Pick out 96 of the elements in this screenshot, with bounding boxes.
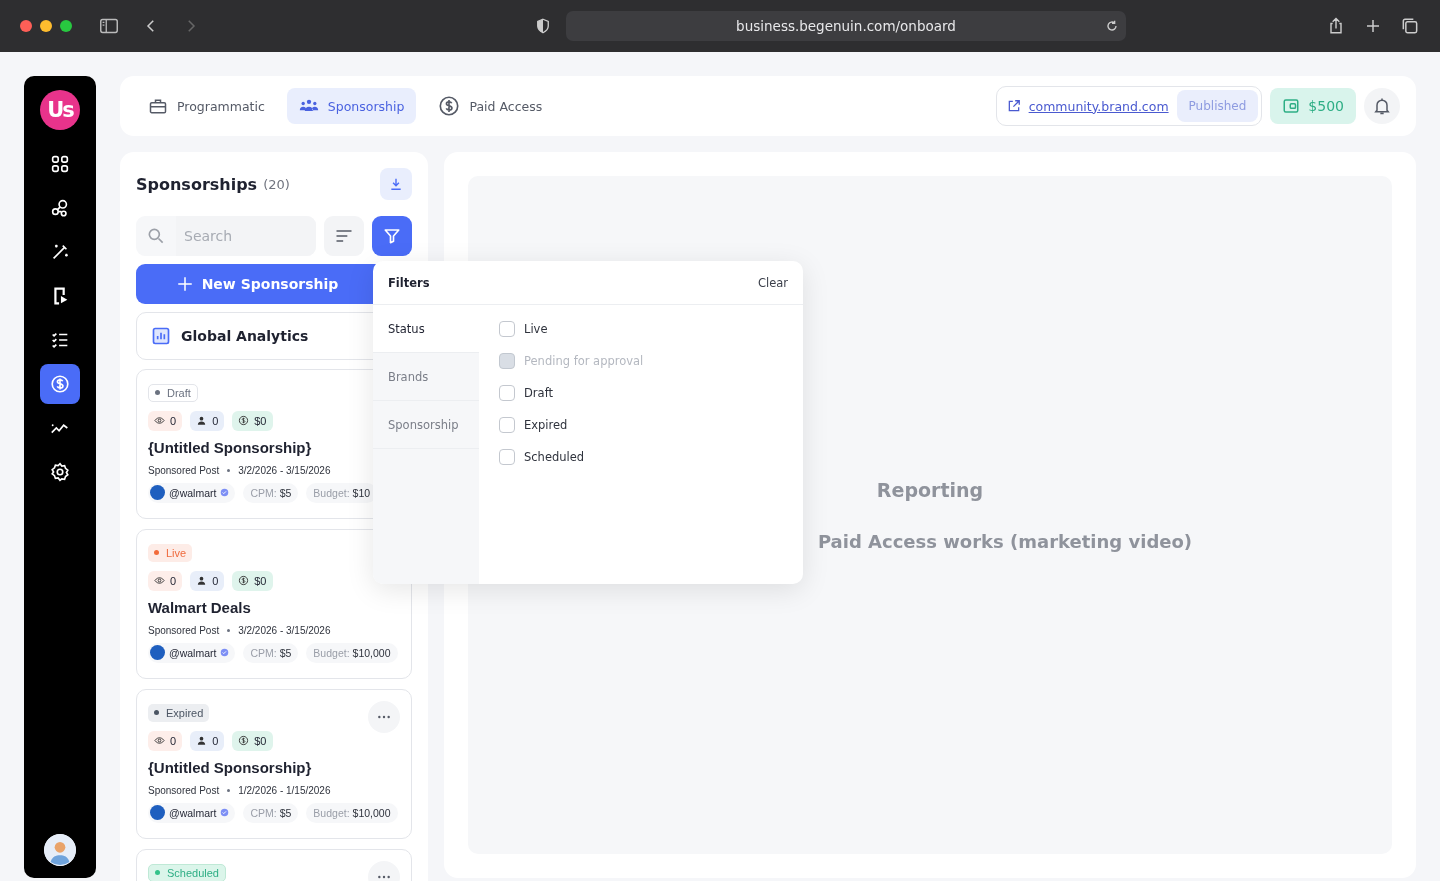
dollar-icon	[49, 373, 71, 395]
tab[interactable]: Paid Access	[426, 88, 555, 124]
date-range: 1/2/2026 - 1/15/2026	[238, 784, 331, 796]
dollar-icon	[238, 735, 250, 746]
date-range: 3/2/2026 - 3/15/2026	[238, 624, 331, 636]
panel-title: Sponsorships	[136, 174, 258, 194]
earnings: $0	[232, 730, 273, 751]
status-badge: Expired	[148, 703, 210, 722]
bell-icon	[1372, 96, 1392, 116]
member-count: 0	[190, 730, 225, 751]
status-badge: Live	[148, 543, 193, 562]
separator-dot	[227, 468, 231, 472]
dollar-icon	[238, 575, 250, 586]
dollar-icon	[438, 95, 461, 117]
post-type: Sponsored Post	[148, 784, 220, 796]
checkbox[interactable]	[499, 449, 515, 465]
checkbox-label: Live	[524, 322, 548, 336]
clear-button[interactable]: Clear	[757, 275, 788, 290]
cpm-tag: CPM: $5	[243, 802, 299, 823]
item-count: (20)	[263, 176, 290, 192]
site-link[interactable]: community.brand.com	[1028, 98, 1169, 114]
member-count: 0	[190, 410, 225, 431]
checkbox[interactable]	[499, 385, 515, 401]
sponsorship-card[interactable]: Expired 0 0 $0 {Untitled Sponsorship} Sponsored Post 1/2/2026 - 1/15/2026 @walmart CPM: $5 Budget: $10,000	[136, 689, 412, 839]
member-count: 0	[190, 570, 225, 591]
brand-avatar	[150, 645, 165, 660]
plus-icon	[175, 275, 194, 293]
brand-handle[interactable]: @walmart	[148, 802, 236, 823]
status-badge: Scheduled	[148, 863, 226, 881]
window-control[interactable]	[20, 20, 32, 32]
briefcase-icon	[148, 96, 168, 116]
external-link-icon	[1006, 99, 1021, 113]
reporting-subtitle: Paid Access works (marketing video)	[817, 530, 1193, 552]
eye-icon	[154, 735, 165, 746]
person-icon	[196, 415, 208, 426]
cpm-tag: CPM: $5	[243, 642, 299, 663]
avatar[interactable]	[44, 834, 76, 866]
checkbox[interactable]	[499, 417, 515, 433]
brand-handle[interactable]: @walmart	[148, 642, 236, 663]
checkbox-label: Scheduled	[524, 450, 585, 464]
checkbox[interactable]	[499, 321, 515, 337]
filter-icon	[383, 227, 401, 245]
checkbox-label: Pending for approval	[524, 354, 644, 368]
post-type: Sponsored Post	[148, 464, 220, 476]
view-count: 0	[148, 730, 183, 751]
notification-button[interactable]	[1364, 88, 1400, 124]
download-button[interactable]	[380, 168, 412, 200]
cpm-tag: CPM: $5	[243, 482, 299, 503]
eye-icon	[154, 415, 165, 426]
new-tab-icon[interactable]	[1364, 17, 1382, 35]
grid-icon	[49, 153, 71, 175]
chart-icon	[151, 326, 171, 346]
tabs-icon[interactable]	[1400, 16, 1420, 36]
earnings: $0	[232, 410, 273, 431]
person-icon	[196, 735, 208, 746]
card-title: {Untitled Sponsorship}	[148, 758, 313, 776]
budget-tag: Budget: $10,000	[306, 642, 398, 663]
shield-icon[interactable]	[534, 17, 552, 35]
wallet-icon	[1282, 97, 1301, 115]
reload-icon[interactable]	[1104, 18, 1120, 34]
download-icon	[389, 177, 403, 191]
brand-handle[interactable]: @walmart	[148, 482, 236, 503]
checkbox-label: Draft	[524, 386, 553, 400]
eye-icon	[154, 575, 165, 586]
brand-avatar	[150, 805, 165, 820]
status-badge: Draft	[148, 383, 198, 402]
nav-item[interactable]	[40, 364, 80, 404]
reporting-title: Reporting	[876, 478, 984, 501]
search-icon	[146, 226, 166, 246]
filter-category[interactable]: Status	[373, 305, 479, 353]
tab[interactable]: Programmatic	[136, 88, 277, 124]
checkbox-label: Expired	[524, 418, 568, 432]
filter-category[interactable]: Brands	[373, 353, 479, 401]
search-field[interactable]: Search	[136, 216, 316, 256]
filter-category[interactable]: Sponsorship	[373, 401, 479, 449]
view-count: 0	[148, 570, 183, 591]
separator-dot	[227, 788, 231, 792]
dollar-icon	[238, 415, 250, 426]
settings-icon	[49, 461, 71, 483]
brand-avatar	[150, 485, 165, 500]
view-count: 0	[148, 410, 183, 431]
card-title: {Untitled Sponsorship}	[148, 438, 313, 456]
sort-button[interactable]	[324, 216, 364, 256]
separator-dot	[227, 628, 231, 632]
window-control[interactable]	[60, 20, 72, 32]
post-type: Sponsored Post	[148, 624, 220, 636]
budget-tag: Budget: $10,000	[306, 802, 398, 823]
earnings: $0	[232, 570, 273, 591]
person-icon	[196, 575, 208, 586]
date-range: 3/2/2026 - 3/15/2026	[238, 464, 331, 476]
card-title: Walmart Deals	[148, 598, 252, 616]
filter-button[interactable]	[372, 216, 412, 256]
window-control[interactable]	[40, 20, 52, 32]
logo[interactable]: Us	[40, 90, 80, 130]
address-bar[interactable]: business.begenuin.com/onboard	[566, 11, 1126, 41]
tab[interactable]: Sponsorship	[286, 88, 417, 124]
